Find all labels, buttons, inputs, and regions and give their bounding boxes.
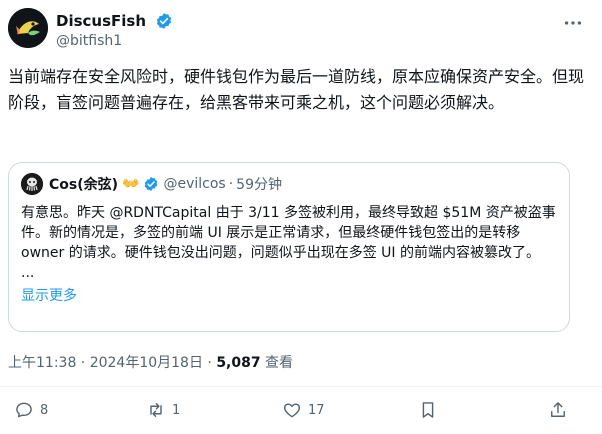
share-button[interactable] [548, 400, 568, 420]
more-options-icon[interactable] [562, 12, 584, 34]
retweet-icon [150, 403, 162, 417]
reply-button[interactable]: 8 [14, 400, 48, 420]
retweet-count: 1 [172, 402, 181, 418]
quote-text: 有意思。昨天 @RDNTCapital 由于 3/11 多签被利用，最终导致超 … [21, 205, 556, 261]
bookmark-icon [422, 402, 434, 418]
quote-author-name[interactable]: Cos(余弦) [49, 174, 118, 194]
quote-author-handle[interactable]: @evilcos [163, 176, 225, 192]
author-name[interactable]: DiscusFish [56, 12, 146, 30]
octopus-avatar-icon [21, 173, 43, 195]
fish-avatar-icon [8, 8, 48, 48]
quoted-tweet[interactable]: Cos(余弦) 👐 @evilcos · 59分钟 有意思。昨天 @RDNTCa… [8, 162, 570, 332]
author-avatar[interactable] [8, 8, 48, 48]
reply-icon [16, 402, 32, 418]
quote-author-emoji: 👐 [122, 176, 140, 192]
author-block: DiscusFish @bitfish1 [56, 10, 173, 49]
tweet-meta: 上午11:38 · 2024年10月18日 · 5,087 查看 [8, 352, 293, 372]
actions-divider [0, 386, 602, 387]
bookmark-button[interactable] [418, 400, 438, 420]
tweet-text: 当前端存在安全风险时，硬件钱包作为最后一道防线，原本应确保资产安全。但现阶段，盲… [8, 67, 585, 112]
quote-ellipsis: ... [21, 265, 35, 281]
views-label: 查看 [260, 355, 294, 371]
quote-avatar[interactable] [21, 173, 43, 195]
verified-badge-icon [156, 12, 172, 29]
like-count: 17 [308, 402, 325, 418]
quote-time[interactable]: 59分钟 [236, 174, 282, 194]
retweet-button[interactable]: 1 [146, 400, 180, 420]
author-handle[interactable]: @bitfish1 [56, 33, 173, 49]
quote-verified-badge-icon [145, 177, 158, 191]
tweet-datetime[interactable]: 上午11:38 · 2024年10月18日 · [8, 355, 216, 371]
action-bar: 8 1 17 [0, 400, 602, 424]
like-button[interactable]: 17 [282, 400, 325, 420]
show-more-link[interactable]: 显示更多 [21, 285, 77, 305]
quote-header: Cos(余弦) 👐 @evilcos · 59分钟 [21, 173, 557, 195]
views-count: 5,087 [216, 355, 261, 371]
reply-count: 8 [40, 402, 49, 418]
quote-separator: · [228, 176, 234, 192]
share-icon [551, 402, 565, 417]
heart-icon [283, 403, 301, 418]
